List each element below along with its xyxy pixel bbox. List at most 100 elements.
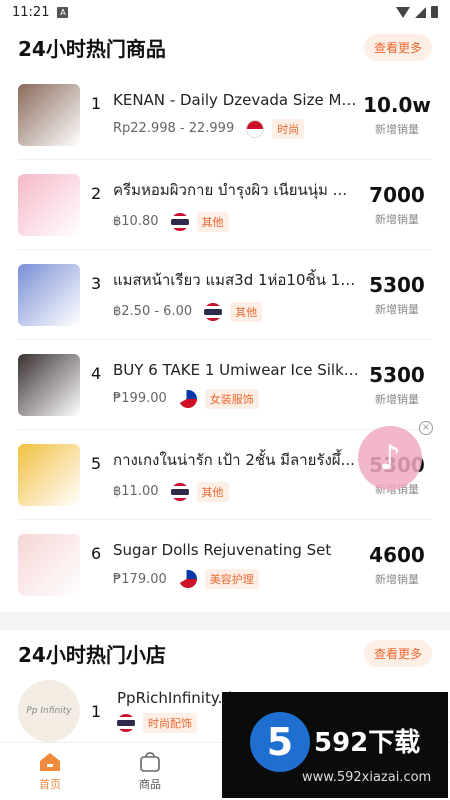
status-time: 11:21	[12, 4, 50, 20]
product-category-tag: 女装服饰	[204, 388, 259, 409]
product-sales-value: 7000	[369, 182, 425, 207]
thailand-flag	[170, 482, 189, 501]
watermark-logo: 5	[250, 712, 310, 772]
product-meta: ฿11.00 其他	[113, 481, 362, 502]
product-info: KENAN - Daily Dzevada Size M ... Rp22.99…	[113, 91, 362, 139]
thailand-flag	[204, 302, 223, 321]
hot-shops-header: 24小时热门小店 查看更多	[18, 630, 432, 676]
shop-meta: 时尚配饰	[117, 713, 238, 733]
shop-rank: 1	[91, 701, 102, 721]
product-info: แมสหน้าเรียว แมส3d 1ห่อ10ชิ้น 15... ฿2.5…	[113, 268, 362, 322]
product-price: ฿11.00	[113, 484, 159, 499]
signal-icon	[415, 6, 426, 18]
philippines-flag	[178, 570, 197, 588]
product-sales-stat: 4600 新增销量	[362, 543, 432, 587]
product-sales-value: 10.0w	[363, 92, 431, 117]
tab-home-label: 首页	[39, 777, 61, 791]
product-category-tag: 其他	[196, 211, 229, 232]
section-divider	[0, 612, 450, 630]
shop-avatar: Pp Infinity	[18, 680, 80, 742]
product-name: แมสหน้าเรียว แมส3d 1ห่อ10ชิ้น 15...	[113, 270, 359, 289]
product-rank: 4	[91, 364, 102, 383]
product-row[interactable]: 2 ครีมหอมผิวกาย บำรุงผิว เนียนนุ่ม ... ฿…	[18, 160, 432, 250]
product-rank: 1	[91, 94, 102, 113]
product-name: KENAN - Daily Dzevada Size M ...	[113, 90, 359, 109]
product-name: Sugar Dolls Rejuvenating Set	[113, 541, 332, 559]
product-category-tag: 时尚	[272, 118, 305, 139]
tab-home[interactable]: 首页	[0, 743, 100, 800]
battery-icon	[431, 6, 438, 18]
product-row[interactable]: 3 แมสหน้าเรียว แมส3d 1ห่อ10ชิ้น 15... ฿2…	[18, 250, 432, 340]
shop-info: PpRichInfinity.th 时尚配饰	[117, 689, 238, 733]
shop-category-tag: 时尚配饰	[143, 713, 197, 733]
product-meta: Rp22.998 - 22.999 时尚	[113, 118, 362, 139]
product-info: BUY 6 TAKE 1 Umiwear Ice Silk S... ₱199.…	[113, 361, 362, 409]
product-category-tag: 美容护理	[204, 569, 259, 589]
product-rank: 5	[91, 454, 102, 473]
status-bar: 11:21 A	[0, 0, 450, 24]
product-thumbnail	[18, 263, 80, 326]
thailand-flag	[117, 714, 135, 732]
product-row[interactable]: 4 BUY 6 TAKE 1 Umiwear Ice Silk S... ₱19…	[18, 340, 432, 430]
philippines-flag	[178, 389, 197, 408]
tab-products[interactable]: 商品	[100, 743, 200, 800]
product-price: ₱179.00	[113, 571, 167, 587]
product-price: ₱199.00	[113, 391, 167, 406]
tab-products-label: 商品	[139, 777, 161, 791]
product-name: ครีมหอมผิวกาย บำรุงผิว เนียนนุ่ม ...	[113, 180, 347, 199]
product-info: ครีมหอมผิวกาย บำรุงผิว เนียนนุ่ม ... ฿10…	[113, 178, 362, 232]
notification-icon: A	[57, 6, 69, 18]
product-meta: ฿10.80 其他	[113, 211, 362, 232]
indonesia-flag	[246, 119, 265, 138]
tiktok-icon[interactable]: ♪	[358, 426, 422, 490]
product-thumbnail	[18, 83, 80, 146]
thailand-flag	[170, 212, 189, 231]
hot-products-header: 24小时热门商品 查看更多	[18, 24, 432, 70]
product-meta: ₱199.00 女装服饰	[113, 388, 362, 409]
product-sales-label: 新增销量	[375, 302, 419, 316]
product-category-tag: 其他	[196, 481, 229, 502]
product-price: ฿10.80	[113, 214, 159, 229]
product-info: กางเกงในน่ารัก เป้า 2ชั้น มีลายรังผึ้...…	[113, 448, 362, 502]
product-sales-stat: 7000 新增销量	[362, 183, 432, 227]
product-thumbnail	[18, 353, 80, 416]
product-rank: 2	[91, 184, 102, 203]
watermark-text: 592下载	[314, 728, 421, 758]
product-sales-label: 新增销量	[375, 573, 419, 586]
close-icon[interactable]: ×	[419, 421, 433, 435]
home-icon	[40, 752, 60, 771]
bag-icon	[140, 751, 160, 772]
product-list: 1 KENAN - Daily Dzevada Size M ... Rp22.…	[18, 70, 432, 610]
watermark-url: www.592xiazai.com	[302, 770, 432, 785]
status-icons	[396, 6, 438, 18]
product-sales-label: 新增销量	[375, 212, 419, 226]
product-meta: ₱179.00 美容护理	[113, 569, 362, 589]
wifi-icon	[396, 6, 410, 18]
hot-shops-title: 24小时热门小店	[18, 642, 166, 667]
product-row[interactable]: 6 Sugar Dolls Rejuvenating Set ₱179.00 美…	[18, 520, 432, 610]
product-info: Sugar Dolls Rejuvenating Set ₱179.00 美容护…	[113, 541, 362, 589]
hot-products-more-button[interactable]: 查看更多	[363, 33, 432, 61]
product-thumbnail	[18, 173, 80, 236]
product-sales-value: 5300	[369, 362, 425, 387]
watermark-overlay: 5 592下载 www.592xiazai.com	[222, 692, 448, 798]
product-price: ฿2.50 - 6.00	[113, 304, 193, 319]
product-thumbnail	[18, 534, 80, 596]
product-name: BUY 6 TAKE 1 Umiwear Ice Silk S...	[113, 360, 359, 379]
product-rank: 3	[91, 274, 102, 293]
hot-products-title: 24小时热门商品	[18, 36, 166, 61]
product-rank: 6	[91, 544, 102, 563]
product-thumbnail	[18, 443, 80, 506]
product-sales-value: 5300	[369, 272, 425, 297]
product-sales-label: 新增销量	[375, 122, 419, 136]
product-sales-stat: 5300 新增销量	[362, 363, 432, 407]
shop-name: PpRichInfinity.th	[117, 689, 238, 707]
hot-shops-more-button[interactable]: 查看更多	[363, 639, 432, 667]
product-row[interactable]: 1 KENAN - Daily Dzevada Size M ... Rp22.…	[18, 70, 432, 160]
hot-products-section: 24小时热门商品 查看更多 1 KENAN - Daily Dzevada Si…	[0, 24, 450, 610]
product-meta: ฿2.50 - 6.00 其他	[113, 301, 362, 322]
product-price: Rp22.998 - 22.999	[113, 121, 235, 136]
product-category-tag: 其他	[230, 301, 263, 322]
product-name: กางเกงในน่ารัก เป้า 2ชั้น มีลายรังผึ้...	[113, 450, 355, 469]
product-sales-value: 4600	[369, 543, 425, 567]
